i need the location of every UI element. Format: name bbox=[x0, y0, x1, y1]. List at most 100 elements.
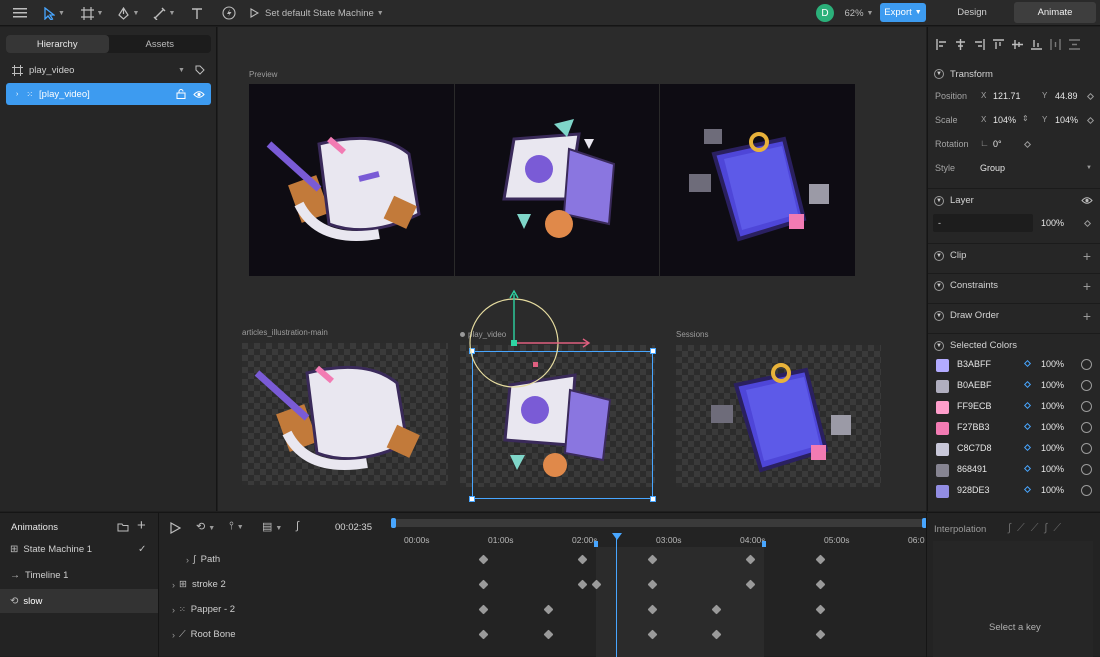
chevron-down-icon[interactable]: ▼ bbox=[934, 195, 944, 206]
color-keyframe-icon[interactable] bbox=[1023, 464, 1032, 473]
resize-handle[interactable] bbox=[469, 496, 475, 502]
chevron-down-icon[interactable]: ▼ bbox=[178, 67, 185, 74]
keyframe[interactable] bbox=[577, 579, 588, 590]
keyframe-options-icon[interactable]: ▤ ▼ bbox=[262, 520, 282, 533]
link-scale-icon[interactable]: ⇕ bbox=[1022, 114, 1029, 123]
color-opacity[interactable]: 100% bbox=[1041, 422, 1064, 432]
artboard-sessions[interactable] bbox=[676, 345, 881, 487]
chevron-right-icon[interactable]: ▼ bbox=[934, 310, 944, 321]
rotation-keyframe-icon[interactable] bbox=[1023, 140, 1032, 149]
clip-section-header[interactable]: ▼ Clip + bbox=[928, 243, 1100, 267]
color-row[interactable]: 868491 100% bbox=[928, 460, 1100, 481]
color-keyframe-icon[interactable] bbox=[1023, 443, 1032, 452]
keyframe[interactable] bbox=[478, 554, 489, 565]
color-opacity[interactable]: 100% bbox=[1041, 443, 1064, 453]
tag-icon[interactable] bbox=[195, 65, 205, 75]
color-row[interactable]: B0AEBF 100% bbox=[928, 376, 1100, 397]
state-machine-selector[interactable]: Set default State Machine ▼ bbox=[250, 3, 390, 23]
color-opacity[interactable]: 100% bbox=[1041, 380, 1064, 390]
layer-section-header[interactable]: ▼ Layer bbox=[928, 188, 1100, 212]
eye-icon[interactable] bbox=[1081, 196, 1093, 205]
opacity-keyframe-icon[interactable] bbox=[1083, 219, 1092, 228]
expand-arrow-icon[interactable]: › bbox=[172, 630, 175, 640]
keyframe[interactable] bbox=[577, 554, 588, 565]
color-row[interactable]: C8C7D8 100% bbox=[928, 439, 1100, 460]
expand-arrow-icon[interactable]: › bbox=[172, 605, 175, 615]
work-area-start-marker[interactable] bbox=[594, 541, 598, 547]
color-row[interactable]: F27BB3 100% bbox=[928, 418, 1100, 439]
timeline-layer-row[interactable]: › ⟋ Root Bone bbox=[158, 622, 392, 647]
color-keyframe-icon[interactable] bbox=[1023, 422, 1032, 431]
position-y-field[interactable]: 44.89 bbox=[1055, 91, 1078, 101]
add-draw-order-icon[interactable]: + bbox=[1083, 308, 1091, 324]
play-icon[interactable] bbox=[170, 522, 181, 534]
scale-y-field[interactable]: 104% bbox=[1055, 115, 1078, 125]
draw-order-section-header[interactable]: ▼ Draw Order + bbox=[928, 303, 1100, 327]
target-icon[interactable] bbox=[1081, 422, 1092, 433]
select-tool-icon[interactable]: ▼ bbox=[40, 3, 68, 23]
blend-mode-select[interactable]: - bbox=[933, 214, 1033, 232]
color-keyframe-icon[interactable] bbox=[1023, 380, 1032, 389]
work-area[interactable] bbox=[596, 547, 764, 657]
lightning-icon[interactable] bbox=[219, 3, 239, 23]
chevron-down-icon[interactable]: ▼ bbox=[1086, 165, 1092, 171]
hierarchy-selected-item[interactable]: › ⁙ [play_video] bbox=[6, 83, 211, 105]
chevron-down-icon[interactable]: ▼ bbox=[934, 69, 944, 79]
animate-mode-tab[interactable]: Animate bbox=[1014, 2, 1096, 23]
text-tool-icon[interactable] bbox=[188, 3, 206, 23]
color-swatch[interactable] bbox=[936, 422, 949, 435]
tab-assets[interactable]: Assets bbox=[109, 35, 212, 53]
keyframe[interactable] bbox=[478, 579, 489, 590]
timeline-layer-row[interactable]: › ∫ Path bbox=[158, 547, 392, 572]
pen-tool-icon[interactable]: ▼ bbox=[114, 3, 142, 23]
target-icon[interactable] bbox=[1081, 401, 1092, 412]
align-top-icon[interactable] bbox=[993, 38, 1004, 50]
scale-x-field[interactable]: 104% bbox=[993, 115, 1016, 125]
animation-item[interactable]: ⊞ State Machine 1 ✓ bbox=[0, 537, 158, 561]
align-right-icon[interactable] bbox=[974, 38, 985, 50]
timeline-layer-row[interactable]: › ⊞ stroke 2 bbox=[158, 572, 392, 597]
avatar[interactable]: D bbox=[816, 4, 834, 22]
transform-gizmo[interactable] bbox=[468, 289, 598, 419]
color-swatch[interactable] bbox=[936, 359, 949, 372]
lock-icon[interactable] bbox=[176, 89, 186, 99]
resize-handle[interactable] bbox=[650, 348, 656, 354]
folder-icon[interactable] bbox=[117, 522, 129, 532]
timeline-layer-row[interactable]: › ⁙ Papper - 2 bbox=[158, 597, 392, 622]
keyframe[interactable] bbox=[543, 629, 554, 640]
add-constraint-icon[interactable]: + bbox=[1083, 278, 1091, 294]
range-start-handle[interactable] bbox=[391, 518, 396, 528]
position-x-field[interactable]: 121.71 bbox=[993, 91, 1021, 101]
keyframe[interactable] bbox=[543, 604, 554, 615]
add-animation-icon[interactable]: + bbox=[137, 517, 146, 534]
artboard-label-sessions[interactable]: Sessions bbox=[676, 330, 708, 339]
time-display[interactable]: 00:02:35 bbox=[335, 522, 372, 533]
color-swatch[interactable] bbox=[936, 380, 949, 393]
hierarchy-root-item[interactable]: play_video ▼ bbox=[6, 61, 211, 79]
add-clip-icon[interactable]: + bbox=[1083, 248, 1091, 264]
constraints-section-header[interactable]: ▼ Constraints + bbox=[928, 273, 1100, 297]
chevron-down-icon[interactable]: ▼ bbox=[934, 340, 944, 351]
target-icon[interactable] bbox=[1081, 464, 1092, 475]
loop-mode-icon[interactable]: ⟲ ▼ bbox=[196, 520, 215, 533]
keyframe[interactable] bbox=[478, 629, 489, 640]
color-row[interactable]: FF9ECB 100% bbox=[928, 397, 1100, 418]
target-icon[interactable] bbox=[1081, 380, 1092, 391]
tab-hierarchy[interactable]: Hierarchy bbox=[6, 35, 109, 53]
color-keyframe-icon[interactable] bbox=[1023, 401, 1032, 410]
keyframe[interactable] bbox=[815, 604, 826, 615]
expand-arrow-icon[interactable]: › bbox=[172, 580, 175, 590]
transform-section-header[interactable]: ▼ Transform bbox=[928, 62, 1100, 86]
eye-icon[interactable] bbox=[193, 90, 205, 99]
rotation-field[interactable]: 0° bbox=[993, 139, 1002, 149]
keyframe[interactable] bbox=[815, 629, 826, 640]
color-keyframe-icon[interactable] bbox=[1023, 359, 1032, 368]
selected-colors-section-header[interactable]: ▼ Selected Colors bbox=[928, 333, 1100, 357]
position-keyframe-icon[interactable] bbox=[1086, 92, 1095, 101]
preview-artboard-label[interactable]: Preview bbox=[249, 70, 277, 79]
color-swatch[interactable] bbox=[936, 443, 949, 456]
keyframe[interactable] bbox=[815, 579, 826, 590]
work-area-end-marker[interactable] bbox=[762, 541, 766, 547]
style-select[interactable]: Group bbox=[980, 163, 1005, 173]
bone-tool-icon[interactable]: ▼ bbox=[150, 3, 178, 23]
